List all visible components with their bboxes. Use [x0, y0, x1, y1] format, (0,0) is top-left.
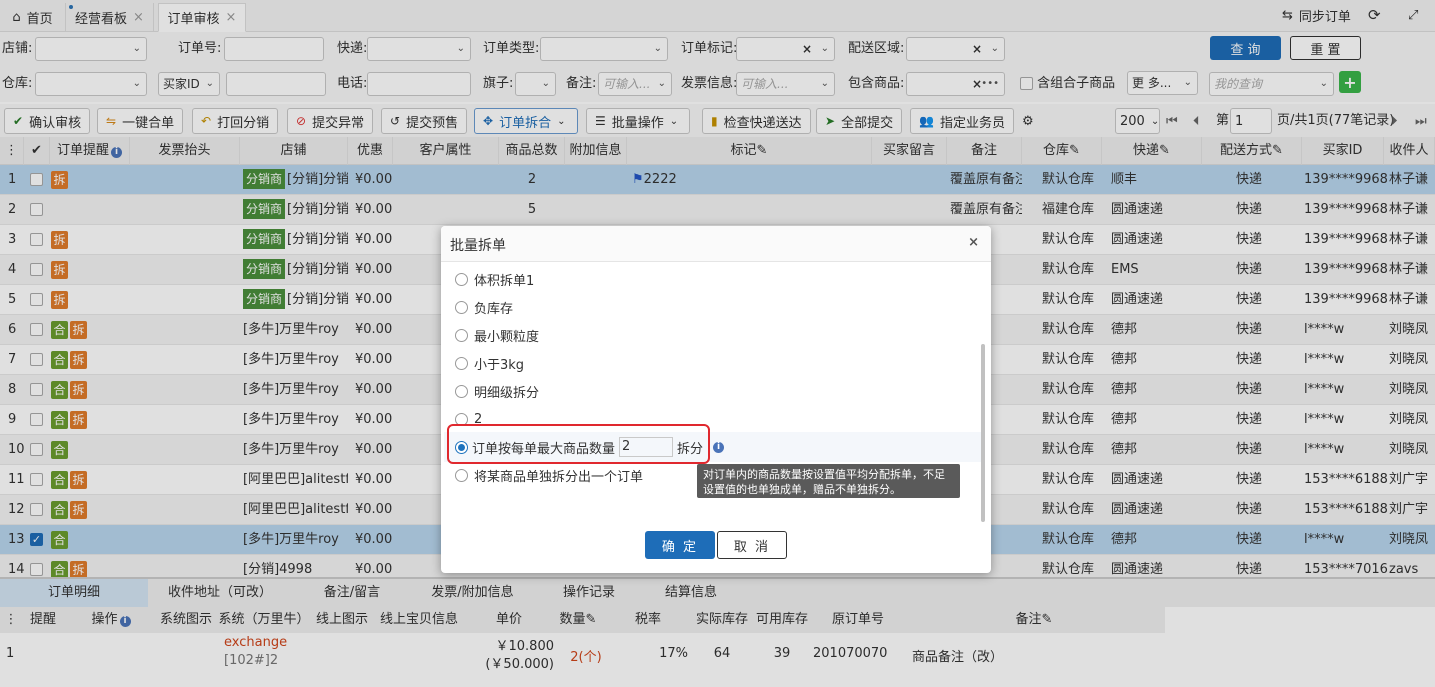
tooltip: 对订单内的商品数量按设置值平均分配拆单，不足设置值的也单独成单，赠品不单独拆分。 — [697, 464, 960, 498]
cancel-button[interactable]: 取 消 — [717, 531, 787, 559]
confirm-button[interactable]: 确 定 — [645, 531, 715, 559]
option-label: 体积拆单1 — [474, 273, 535, 289]
radio-button[interactable] — [455, 384, 468, 398]
radio-button[interactable] — [455, 356, 468, 370]
split-option[interactable]: 负库存 — [455, 296, 513, 318]
radio-button[interactable] — [455, 328, 468, 342]
dialog-title: 批量拆单 — [450, 238, 506, 254]
option-label: 将某商品单独拆分出一个订单 — [474, 469, 644, 485]
split-option[interactable]: 最小颗粒度 — [455, 324, 539, 346]
split-option[interactable]: 明细级拆分 — [455, 380, 539, 402]
close-icon[interactable]: × — [968, 235, 979, 250]
split-option[interactable]: 将某商品单独拆分出一个订单 — [455, 464, 643, 486]
split-option[interactable]: 体积拆单1 — [455, 268, 534, 290]
radio-button[interactable] — [455, 272, 468, 286]
radio-button[interactable] — [455, 468, 468, 482]
option-label: 小于3kg — [474, 357, 525, 373]
batch-split-dialog: 批量拆单 × 体积拆单1 负库存 最小颗粒度 小于3kg 明细级拆分 2 订单按… — [441, 226, 991, 573]
split-option[interactable]: 小于3kg — [455, 352, 524, 374]
dialog-header: 批量拆单 × — [441, 226, 991, 262]
option-label: 明细级拆分 — [474, 385, 540, 401]
option-label: 负库存 — [474, 301, 514, 317]
info-icon[interactable]: i — [713, 441, 725, 453]
scrollbar[interactable] — [981, 344, 985, 522]
radio-button[interactable] — [455, 300, 468, 314]
option-label: 最小颗粒度 — [474, 329, 540, 345]
highlight-box — [447, 424, 710, 464]
